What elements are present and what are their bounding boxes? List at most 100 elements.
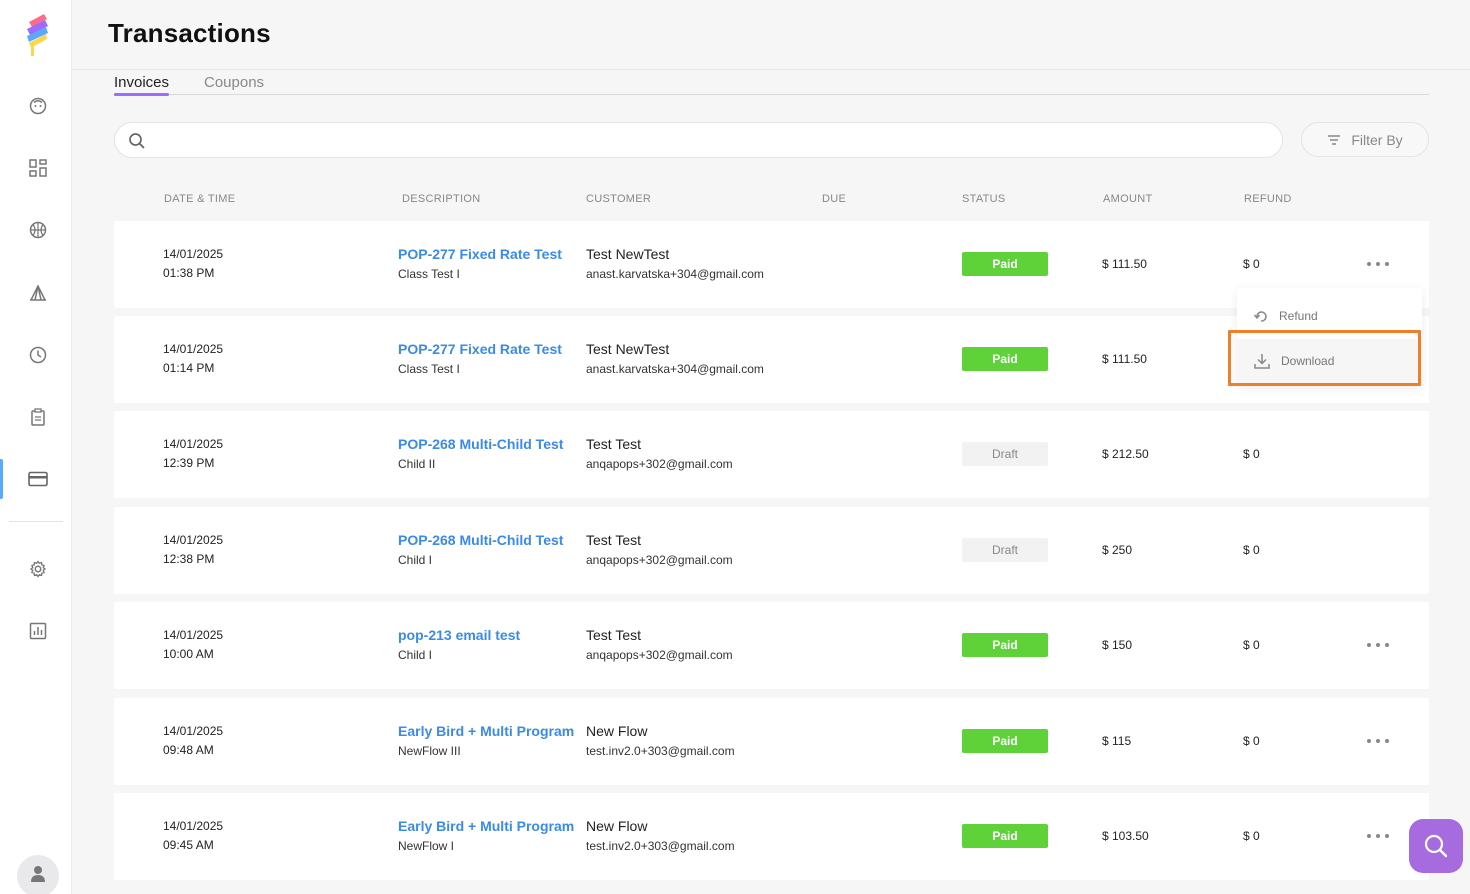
row-description-link[interactable]: pop-213 email test bbox=[398, 627, 520, 643]
nav-reports-chart-icon[interactable] bbox=[26, 619, 50, 643]
row-customer-email: anqapops+302@gmail.com bbox=[586, 648, 733, 662]
sidebar-divider bbox=[9, 521, 63, 522]
row-refund: $ 0 bbox=[1243, 543, 1260, 557]
user-avatar[interactable] bbox=[17, 855, 59, 894]
table-row[interactable]: 14/01/2025 12:38 PM POP-268 Multi-Child … bbox=[114, 507, 1429, 594]
column-header-description[interactable]: DESCRIPTION bbox=[402, 193, 480, 205]
row-amount: $ 150 bbox=[1102, 638, 1133, 652]
status-badge: Paid bbox=[962, 824, 1048, 848]
filter-label: Filter By bbox=[1351, 131, 1403, 148]
table-row[interactable]: 14/01/2025 12:39 PM POP-268 Multi-Child … bbox=[114, 411, 1429, 498]
table-row[interactable]: 14/01/2025 09:45 AM Early Bird + Multi P… bbox=[114, 793, 1429, 880]
row-date: 14/01/2025 bbox=[163, 628, 224, 642]
row-description-link[interactable]: POP-277 Fixed Rate Test bbox=[398, 246, 562, 262]
row-customer-name: New Flow bbox=[586, 723, 648, 739]
app-logo[interactable] bbox=[24, 12, 50, 58]
search-icon bbox=[129, 133, 145, 149]
column-header-due[interactable]: DUE bbox=[822, 193, 846, 205]
row-customer-email: anqapops+302@gmail.com bbox=[586, 457, 733, 471]
more-actions-icon[interactable] bbox=[1367, 736, 1389, 746]
menu-item-refund[interactable]: Refund bbox=[1237, 294, 1422, 338]
more-actions-icon[interactable] bbox=[1367, 259, 1389, 269]
row-description-sub: Child I bbox=[398, 553, 433, 567]
search-bar bbox=[114, 122, 1283, 158]
row-customer-name: Test NewTest bbox=[586, 246, 670, 262]
floating-search-button[interactable] bbox=[1409, 819, 1463, 873]
nav-kids-icon[interactable] bbox=[26, 94, 50, 118]
search-icon bbox=[1424, 834, 1448, 858]
row-date: 14/01/2025 bbox=[163, 819, 224, 833]
column-header-date[interactable]: DATE & TIME bbox=[164, 193, 235, 205]
menu-item-download-label: Download bbox=[1281, 354, 1335, 368]
menu-item-refund-label: Refund bbox=[1279, 309, 1318, 323]
filter-button[interactable]: Filter By bbox=[1301, 122, 1429, 157]
table-row[interactable]: 14/01/2025 09:48 AM Early Bird + Multi P… bbox=[114, 698, 1429, 785]
table-row[interactable]: 14/01/2025 01:14 PM POP-277 Fixed Rate T… bbox=[114, 316, 1429, 403]
row-amount: $ 250 bbox=[1102, 543, 1133, 557]
status-badge: Draft bbox=[962, 442, 1048, 466]
status-badge: Paid bbox=[962, 252, 1048, 276]
table-row[interactable]: 14/01/2025 01:38 PM POP-277 Fixed Rate T… bbox=[114, 221, 1429, 308]
row-time: 01:14 PM bbox=[163, 361, 215, 375]
row-actions-dropdown: Refund Download bbox=[1237, 288, 1422, 386]
column-header-customer[interactable]: CUSTOMER bbox=[586, 193, 651, 205]
row-amount: $ 111.50 bbox=[1102, 352, 1147, 366]
row-description-link[interactable]: POP-268 Multi-Child Test bbox=[398, 436, 563, 452]
row-amount: $ 111.50 bbox=[1102, 257, 1147, 271]
column-header-refund[interactable]: REFUND bbox=[1244, 193, 1292, 205]
row-description-sub: Child I bbox=[398, 648, 433, 662]
row-description-link[interactable]: Early Bird + Multi Program bbox=[398, 723, 574, 739]
table-row[interactable]: 14/01/2025 10:00 AM pop-213 email test C… bbox=[114, 602, 1429, 689]
download-icon bbox=[1254, 354, 1270, 369]
nav-camp-icon[interactable] bbox=[26, 281, 50, 305]
tabs: Invoices Coupons bbox=[114, 72, 1429, 96]
row-time: 09:45 AM bbox=[163, 838, 214, 852]
row-time: 12:38 PM bbox=[163, 552, 215, 566]
row-description-sub: Child II bbox=[398, 457, 436, 471]
row-amount: $ 103.50 bbox=[1102, 829, 1149, 843]
row-amount: $ 115 bbox=[1102, 734, 1132, 748]
row-description-sub: NewFlow III bbox=[398, 744, 461, 758]
row-description-sub: Class Test I bbox=[398, 267, 460, 281]
row-customer-email: anast.karvatska+304@gmail.com bbox=[586, 267, 764, 281]
tab-coupons[interactable]: Coupons bbox=[204, 74, 264, 91]
nav-active-indicator bbox=[0, 459, 3, 499]
row-description-link[interactable]: POP-277 Fixed Rate Test bbox=[398, 341, 562, 357]
row-customer-name: Test NewTest bbox=[586, 341, 670, 357]
row-customer-name: New Flow bbox=[586, 818, 648, 834]
row-date: 14/01/2025 bbox=[163, 533, 224, 547]
row-description-sub: Class Test I bbox=[398, 362, 460, 376]
more-actions-icon[interactable] bbox=[1367, 640, 1389, 650]
nav-clock-icon[interactable] bbox=[26, 343, 50, 367]
menu-item-download[interactable]: Download bbox=[1237, 339, 1422, 383]
row-description-link[interactable]: Early Bird + Multi Program bbox=[398, 818, 574, 834]
row-date: 14/01/2025 bbox=[163, 342, 224, 356]
status-badge: Paid bbox=[962, 729, 1048, 753]
status-badge: Draft bbox=[962, 538, 1048, 562]
row-amount: $ 212.50 bbox=[1102, 447, 1149, 461]
row-description-link[interactable]: POP-268 Multi-Child Test bbox=[398, 532, 563, 548]
nav-clipboard-icon[interactable] bbox=[26, 405, 50, 429]
more-actions-icon[interactable] bbox=[1367, 831, 1389, 841]
row-refund: $ 0 bbox=[1243, 638, 1260, 652]
row-customer-email: anqapops+302@gmail.com bbox=[586, 553, 733, 567]
header-divider bbox=[72, 69, 1470, 70]
column-header-status[interactable]: STATUS bbox=[962, 193, 1006, 205]
status-badge: Paid bbox=[962, 633, 1048, 657]
row-customer-name: Test Test bbox=[586, 436, 641, 452]
nav-settings-gear-icon[interactable] bbox=[26, 557, 50, 581]
nav-dashboard-icon[interactable] bbox=[26, 156, 50, 180]
search-input[interactable] bbox=[155, 129, 1265, 151]
column-header-amount[interactable]: AMOUNT bbox=[1103, 193, 1152, 205]
row-time: 09:48 AM bbox=[163, 743, 214, 757]
nav-sports-icon[interactable] bbox=[26, 218, 50, 242]
row-refund: $ 0 bbox=[1243, 447, 1260, 461]
row-customer-email: test.inv2.0+303@gmail.com bbox=[586, 744, 735, 758]
page-title: Transactions bbox=[108, 18, 271, 48]
nav-transactions-card-icon[interactable] bbox=[26, 467, 50, 491]
status-badge: Paid bbox=[962, 347, 1048, 371]
tab-invoices[interactable]: Invoices bbox=[114, 74, 170, 96]
row-refund: $ 0 bbox=[1243, 257, 1260, 271]
row-date: 14/01/2025 bbox=[163, 247, 224, 261]
row-customer-name: Test Test bbox=[586, 627, 641, 643]
